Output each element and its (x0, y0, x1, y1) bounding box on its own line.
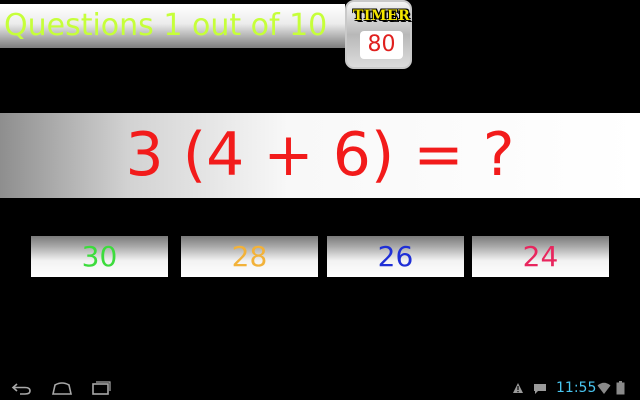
status-clock: 11:55 (556, 380, 597, 396)
message-icon (534, 384, 546, 394)
equation-banner: 3 (4 + 6) = ? (0, 113, 640, 198)
timer-value: 80 (360, 31, 403, 59)
home-icon[interactable] (51, 380, 73, 396)
wifi-icon (597, 382, 611, 394)
question-counter-text: Questions 1 out of 10 (4, 8, 328, 43)
answer-button-3[interactable]: 26 (327, 236, 464, 277)
answer-button-2[interactable]: 28 (181, 236, 318, 277)
answer-label-3: 26 (377, 240, 414, 273)
answer-button-4[interactable]: 24 (472, 236, 609, 277)
answer-button-1[interactable]: 30 (31, 236, 168, 277)
recent-apps-icon[interactable] (90, 380, 112, 396)
system-navigation-bar: 11:55 (0, 376, 640, 400)
answer-label-2: 28 (231, 240, 268, 273)
back-icon[interactable] (11, 380, 33, 396)
battery-icon (616, 381, 625, 395)
timer-panel: TIMER 80 (345, 0, 412, 69)
warning-icon (513, 383, 523, 393)
answer-label-1: 30 (81, 240, 118, 273)
timer-label: TIMER (353, 8, 411, 24)
question-counter-bar: Questions 1 out of 10 (0, 4, 345, 48)
answer-label-4: 24 (522, 240, 559, 273)
quiz-screen: Questions 1 out of 10 TIMER 80 3 (4 + 6)… (0, 0, 640, 400)
equation-text: 3 (4 + 6) = ? (125, 120, 515, 190)
